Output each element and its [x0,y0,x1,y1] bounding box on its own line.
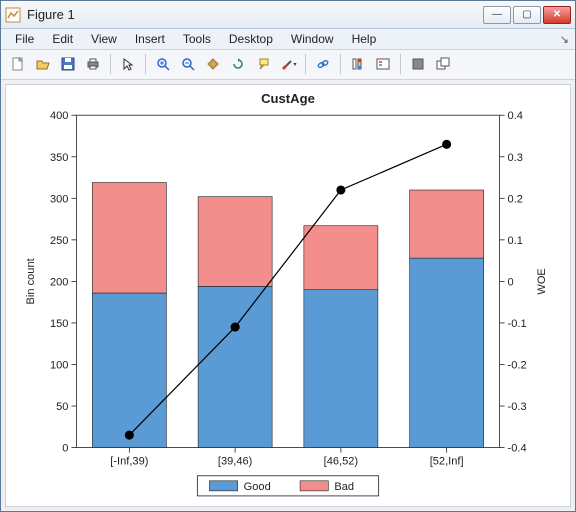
maximize-button[interactable]: ▢ [513,6,541,24]
svg-text:0: 0 [62,443,68,455]
pan-icon[interactable] [202,53,224,75]
chart-area: CustAge 0 50 100 150 200 250 300 350 400 Bin count… [5,84,571,507]
datatip-icon[interactable] [252,53,274,75]
svg-text:350: 350 [50,152,68,164]
toolbar-sep [340,54,341,74]
figure-window: Figure 1 — ▢ ✕ File Edit View Insert Too… [0,0,576,512]
print-icon[interactable] [82,53,104,75]
svg-text:Bin count: Bin count [25,258,37,304]
svg-text:0.1: 0.1 [508,235,523,247]
menu-window[interactable]: Window [283,30,342,48]
svg-text:[39,46): [39,46) [218,456,252,468]
svg-text:[-Inf,39): [-Inf,39) [110,456,148,468]
colorbar-icon[interactable] [347,53,369,75]
rotate-icon[interactable] [227,53,249,75]
svg-text:-0.4: -0.4 [508,443,527,455]
svg-text:Bad: Bad [334,481,354,493]
menubar: File Edit View Insert Tools Desktop Wind… [1,29,575,50]
link-icon[interactable] [312,53,334,75]
new-file-icon[interactable] [7,53,29,75]
svg-text:[52,Inf]: [52,Inf] [430,456,464,468]
open-icon[interactable] [32,53,54,75]
menu-file[interactable]: File [7,30,42,48]
legend-icon[interactable] [372,53,394,75]
zoom-in-icon[interactable] [152,53,174,75]
save-icon[interactable] [57,53,79,75]
svg-text:0.2: 0.2 [508,193,523,205]
close-button[interactable]: ✕ [543,6,571,24]
menu-help[interactable]: Help [344,30,385,48]
chart-svg: CustAge 0 50 100 150 200 250 300 350 400 Bin count… [6,85,570,506]
svg-text:Good: Good [244,481,271,493]
app-icon [5,7,21,23]
window-title: Figure 1 [27,7,483,22]
svg-text:-0.2: -0.2 [508,360,527,372]
toolbar-sep [110,54,111,74]
svg-text:WOE: WOE [536,268,548,294]
brush-icon[interactable]: ▾ [277,53,299,75]
svg-text:0.3: 0.3 [508,152,523,164]
toolbar: ▾ [1,50,575,80]
svg-text:200: 200 [50,276,68,288]
menu-tools[interactable]: Tools [175,30,219,48]
zoom-out-icon[interactable] [177,53,199,75]
pointer-icon[interactable] [117,53,139,75]
svg-text:[46,52): [46,52) [324,456,358,468]
svg-text:-0.3: -0.3 [508,401,527,413]
svg-text:300: 300 [50,193,68,205]
titlebar: Figure 1 — ▢ ✕ [1,1,575,29]
svg-text:400: 400 [50,110,68,122]
minimize-button[interactable]: — [483,6,511,24]
svg-text:100: 100 [50,360,68,372]
window-buttons: — ▢ ✕ [483,6,571,24]
toolbar-sep [145,54,146,74]
svg-text:250: 250 [50,235,68,247]
svg-text:CustAge: CustAge [261,91,315,106]
menu-desktop[interactable]: Desktop [221,30,281,48]
menu-edit[interactable]: Edit [44,30,81,48]
svg-text:150: 150 [50,318,68,330]
dock-icon[interactable] [407,53,429,75]
menu-insert[interactable]: Insert [127,30,173,48]
svg-text:0: 0 [508,276,514,288]
menu-corner-icon[interactable]: ↘ [560,33,569,46]
toolbar-sep [400,54,401,74]
undock-icon[interactable] [432,53,454,75]
menu-view[interactable]: View [83,30,125,48]
svg-text:0.4: 0.4 [508,110,523,122]
toolbar-sep [305,54,306,74]
svg-text:50: 50 [56,401,68,413]
svg-text:-0.1: -0.1 [508,318,527,330]
